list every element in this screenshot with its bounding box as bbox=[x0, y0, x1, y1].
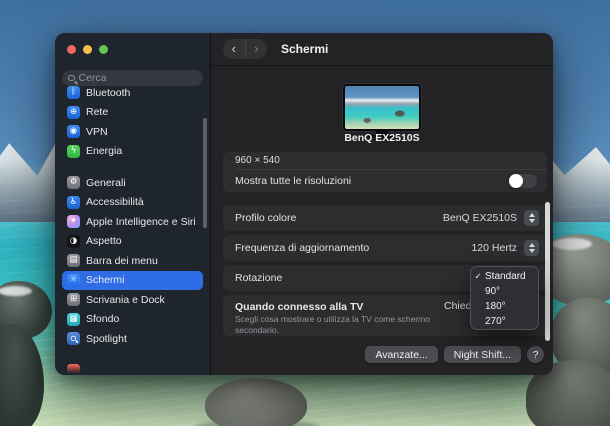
wallpaper-settings-icon: ▦ bbox=[67, 312, 80, 326]
toggle-knob bbox=[509, 174, 523, 188]
gear-icon: ⚙ bbox=[67, 176, 80, 189]
rotation-option-standard[interactable]: ✓ Standard bbox=[471, 269, 538, 284]
refresh-rate-value: 120 Hertz bbox=[471, 242, 517, 254]
system-settings-window: ᛒ Bluetooth ⊕ Rete ◉ VPN ϟ Energia ⚙ bbox=[55, 33, 553, 375]
advanced-button[interactable]: Avanzate... bbox=[365, 346, 438, 363]
sidebar-item-bluetooth[interactable]: ᛒ Bluetooth bbox=[62, 83, 203, 102]
sidebar-group-divider bbox=[55, 161, 210, 173]
forward-button[interactable]: › bbox=[244, 39, 268, 59]
bluetooth-icon: ᛒ bbox=[67, 86, 80, 99]
sidebar-item-apple-intelligence-siri[interactable]: ✦ Apple Intelligence e Siri bbox=[62, 212, 203, 231]
sidebar-item-barra-dei-menu[interactable]: ▤ Barra dei menu bbox=[62, 251, 203, 270]
night-shift-button[interactable]: Night Shift... bbox=[443, 346, 521, 363]
appearance-icon: ◑ bbox=[67, 234, 80, 248]
vpn-icon: ◉ bbox=[67, 125, 80, 138]
wallpaper-rock bbox=[205, 378, 307, 426]
sidebar-item-sfondo[interactable]: ▦ Sfondo bbox=[62, 310, 203, 329]
spotlight-icon bbox=[67, 332, 80, 345]
window-controls bbox=[67, 45, 108, 54]
main-panel: ‹ › Schermi BenQ EX2510S 960 × 540 Mostr… bbox=[210, 33, 553, 375]
siri-icon: ✦ bbox=[67, 215, 80, 228]
sidebar-item-spotlight[interactable]: Spotlight bbox=[62, 329, 203, 348]
monitor-screen-thumbnail bbox=[343, 84, 421, 131]
sidebar-item-rete[interactable]: ⊕ Rete bbox=[62, 103, 203, 122]
sidebar-group-divider bbox=[55, 349, 210, 361]
resolutions-card: 960 × 540 Mostra tutte le risoluzioni bbox=[223, 152, 547, 192]
sidebar-item-energia[interactable]: ϟ Energia bbox=[62, 142, 203, 161]
rotation-option-90[interactable]: 90° bbox=[471, 284, 538, 299]
show-all-resolutions-toggle[interactable] bbox=[508, 173, 538, 189]
battery-energy-icon: ϟ bbox=[67, 144, 80, 158]
minimize-button[interactable] bbox=[83, 45, 92, 54]
footer-buttons: Avanzate... Night Shift... ? bbox=[365, 346, 544, 363]
resolution-option[interactable]: 960 × 540 bbox=[223, 152, 547, 169]
sidebar-item-partial[interactable] bbox=[62, 361, 203, 375]
checkmark-icon: ✓ bbox=[474, 271, 482, 282]
rotation-dropdown-menu: ✓ Standard 90° 180° 270° bbox=[470, 266, 539, 330]
toolbar: ‹ › Schermi bbox=[211, 33, 553, 66]
sidebar-item-accessibilita[interactable]: ♿ Accessibilità bbox=[62, 193, 203, 212]
sidebar-item-aspetto[interactable]: ◑ Aspetto bbox=[62, 232, 203, 251]
content-scrollbar[interactable] bbox=[545, 202, 550, 341]
color-profile-dropdown-stepper[interactable] bbox=[524, 210, 539, 226]
color-profile-value: BenQ EX2510S bbox=[442, 212, 517, 224]
notifications-icon bbox=[67, 363, 80, 375]
rotation-option-270[interactable]: 270° bbox=[471, 314, 538, 329]
show-all-resolutions-row: Mostra tutte le risoluzioni bbox=[223, 170, 547, 192]
back-button[interactable]: ‹ bbox=[223, 39, 245, 59]
display-name-label: BenQ EX2510S bbox=[344, 132, 420, 144]
sidebar-item-scrivania-e-dock[interactable]: ⊞ Scrivania e Dock bbox=[62, 290, 203, 309]
sidebar-item-generali[interactable]: ⚙ Generali bbox=[62, 173, 203, 192]
accessibility-icon: ♿ bbox=[67, 195, 80, 209]
rotation-option-180[interactable]: 180° bbox=[471, 299, 538, 314]
sidebar-scrollbar[interactable] bbox=[203, 118, 207, 228]
navigation-buttons: ‹ › bbox=[223, 39, 267, 59]
help-button[interactable]: ? bbox=[527, 346, 544, 363]
desktop: ᛒ Bluetooth ⊕ Rete ◉ VPN ϟ Energia ⚙ bbox=[0, 0, 610, 426]
page-title: Schermi bbox=[281, 42, 329, 56]
sidebar-list: ᛒ Bluetooth ⊕ Rete ◉ VPN ϟ Energia ⚙ Gen… bbox=[55, 83, 210, 375]
display-preview[interactable] bbox=[343, 84, 421, 138]
desktop-dock-icon: ⊞ bbox=[67, 293, 80, 306]
displays-icon: ☼ bbox=[67, 273, 80, 287]
sidebar: ᛒ Bluetooth ⊕ Rete ◉ VPN ϟ Energia ⚙ bbox=[55, 33, 210, 375]
tv-connection-subtitle: Scegli cosa mostrare o utilizza la TV co… bbox=[235, 314, 430, 335]
refresh-rate-dropdown-stepper[interactable] bbox=[524, 240, 539, 256]
sidebar-item-schermi[interactable]: ☼ Schermi bbox=[62, 270, 203, 290]
close-button[interactable] bbox=[67, 45, 76, 54]
zoom-button[interactable] bbox=[99, 45, 108, 54]
menu-bar-icon: ▤ bbox=[67, 254, 80, 267]
refresh-rate-row: Frequenza di aggiornamento 120 Hertz bbox=[223, 235, 547, 261]
search-icon bbox=[68, 74, 75, 82]
network-globe-icon: ⊕ bbox=[67, 105, 80, 119]
sidebar-item-vpn[interactable]: ◉ VPN bbox=[62, 122, 203, 141]
color-profile-row: Profilo colore BenQ EX2510S bbox=[223, 205, 547, 231]
